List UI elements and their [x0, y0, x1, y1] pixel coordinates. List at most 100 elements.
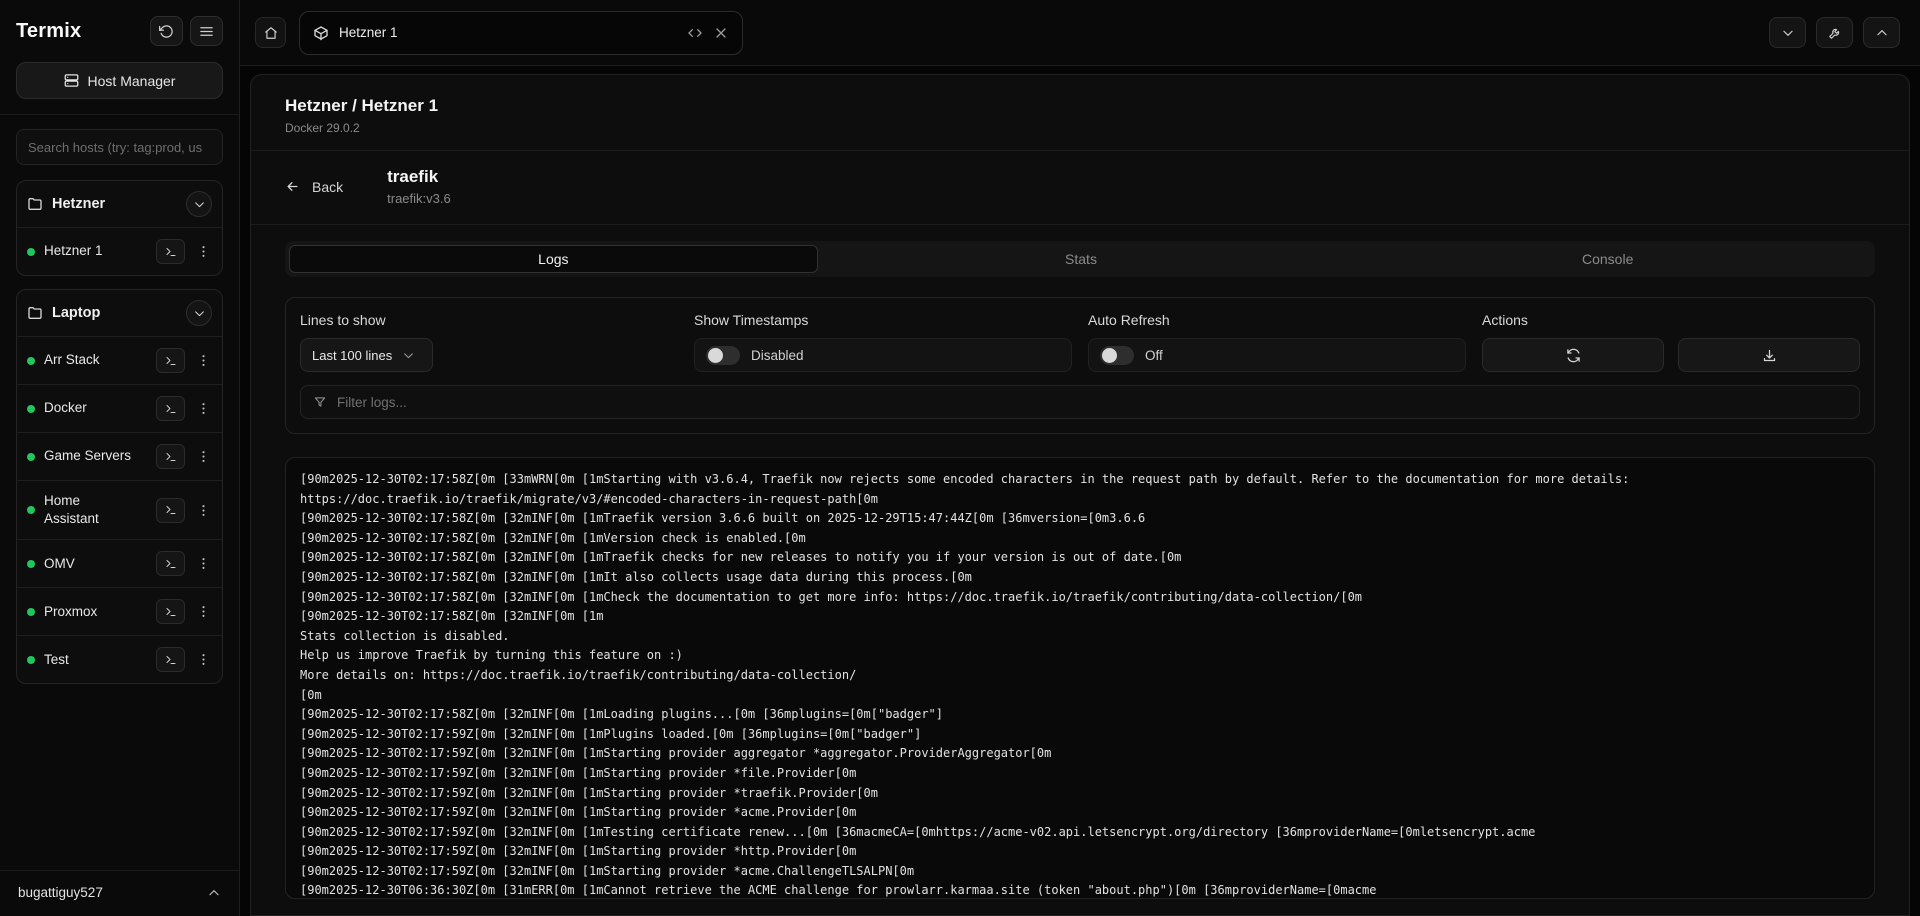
host-row[interactable]: Proxmox	[17, 587, 222, 635]
host-menu-button[interactable]	[194, 348, 212, 373]
actions-label: Actions	[1482, 312, 1860, 328]
collapse-up-button[interactable]	[1863, 17, 1900, 48]
filter-icon	[313, 395, 327, 409]
log-line: Help us improve Traefik by turning this …	[300, 646, 1860, 666]
host-name: Arr Stack	[44, 351, 136, 369]
tools-button[interactable]	[1816, 17, 1853, 48]
refresh-logs-button[interactable]	[1482, 338, 1664, 372]
terminal-button[interactable]	[156, 498, 185, 523]
chevron-up-icon[interactable]	[207, 886, 221, 900]
host-menu-button[interactable]	[194, 444, 212, 469]
terminal-button[interactable]	[156, 396, 185, 421]
host-menu-button[interactable]	[194, 239, 212, 264]
host-manager-label: Host Manager	[88, 73, 176, 89]
terminal-tab[interactable]: Hetzner 1	[299, 11, 743, 55]
folder-icon	[27, 305, 43, 321]
host-group: HetznerHetzner 1	[16, 180, 223, 276]
log-line: More details on: https://doc.traefik.io/…	[300, 666, 1860, 686]
menu-button[interactable]	[190, 16, 223, 46]
timestamps-state: Disabled	[751, 348, 804, 363]
sidebar-footer: bugattiguy527	[0, 870, 239, 902]
host-row[interactable]: Arr Stack	[17, 336, 222, 384]
host-menu-button[interactable]	[194, 599, 212, 624]
terminal-button[interactable]	[156, 647, 185, 672]
host-menu-button[interactable]	[194, 551, 212, 576]
host-name: Proxmox	[44, 603, 136, 621]
group-collapse-button[interactable]	[186, 191, 212, 217]
chevron-down-icon	[1781, 26, 1795, 40]
back-label: Back	[312, 179, 343, 195]
log-line: [90m2025-12-30T02:17:59Z[0m [32mINF[0m […	[300, 823, 1860, 843]
autorefresh-toggle[interactable]	[1100, 346, 1134, 365]
status-dot	[27, 453, 35, 461]
autorefresh-label: Auto Refresh	[1088, 312, 1466, 328]
container-image: traefik:v3.6	[387, 191, 451, 206]
host-row[interactable]: Hetzner 1	[17, 227, 222, 275]
status-dot	[27, 656, 35, 664]
terminal-button[interactable]	[156, 348, 185, 373]
lines-control: Lines to show Last 100 lines	[300, 312, 678, 372]
collapse-down-button[interactable]	[1769, 17, 1806, 48]
group-collapse-button[interactable]	[186, 300, 212, 326]
home-icon	[264, 26, 278, 40]
panel-header: Hetzner / Hetzner 1 Docker 29.0.2	[251, 75, 1909, 150]
host-row[interactable]: Test	[17, 635, 222, 683]
tab-console[interactable]: Console	[1344, 245, 1871, 273]
back-button[interactable]: Back	[285, 179, 343, 195]
terminal-button[interactable]	[156, 551, 185, 576]
log-line: [90m2025-12-30T02:17:58Z[0m [32mINF[0m […	[300, 705, 1860, 725]
timestamps-toggle[interactable]	[706, 346, 740, 365]
content-area: Hetzner / Hetzner 1 Docker 29.0.2 Back t…	[240, 66, 1920, 916]
lines-dropdown[interactable]: Last 100 lines	[300, 338, 433, 372]
sidebar-header: Termix	[16, 16, 223, 46]
host-menu-button[interactable]	[194, 396, 212, 421]
autorefresh-state: Off	[1145, 348, 1163, 363]
username: bugattiguy527	[18, 885, 103, 900]
container-icon	[313, 25, 329, 41]
filter-logs-input[interactable]	[337, 395, 1847, 410]
host-menu-button[interactable]	[194, 498, 212, 523]
tab-bar: Hetzner 1	[240, 0, 1920, 66]
tab-logs[interactable]: Logs	[289, 245, 818, 273]
tab-label: Hetzner 1	[339, 25, 677, 40]
log-line: [90m2025-12-30T02:17:58Z[0m [32mINF[0m […	[300, 588, 1860, 608]
reload-button[interactable]	[150, 16, 183, 46]
breadcrumb: Hetzner / Hetzner 1	[285, 96, 1875, 116]
terminal-button[interactable]	[156, 599, 185, 624]
group-header[interactable]: Laptop	[17, 290, 222, 336]
log-line: [90m2025-12-30T02:17:58Z[0m [32mINF[0m […	[300, 548, 1860, 568]
home-button[interactable]	[255, 17, 286, 48]
log-output[interactable]: [90m2025-12-30T02:17:58Z[0m [33mWRN[0m […	[285, 457, 1875, 899]
app-root: Termix Host Manager	[0, 0, 1920, 916]
host-row[interactable]: Game Servers	[17, 432, 222, 480]
chevron-up-icon	[1875, 26, 1889, 40]
search-input[interactable]	[16, 129, 223, 165]
status-dot	[27, 608, 35, 616]
host-row[interactable]: Docker	[17, 384, 222, 432]
host-row[interactable]: OMV	[17, 539, 222, 587]
split-view-icon[interactable]	[687, 25, 703, 41]
view-tabs: Logs Stats Console	[285, 241, 1875, 277]
host-manager-button[interactable]: Host Manager	[16, 62, 223, 99]
terminal-button[interactable]	[156, 239, 185, 264]
host-name: Game Servers	[44, 447, 136, 465]
host-group: Laptop Arr Stack Docker Game Servers Home As…	[16, 289, 223, 684]
close-icon[interactable]	[713, 25, 729, 41]
download-logs-button[interactable]	[1678, 338, 1860, 372]
main-area: Hetzner 1	[240, 0, 1920, 916]
host-row[interactable]: Home Assistant	[17, 480, 222, 539]
refresh-icon	[1566, 348, 1581, 363]
tab-stats[interactable]: Stats	[818, 245, 1345, 273]
wrench-icon	[1828, 26, 1842, 40]
status-dot	[27, 357, 35, 365]
autorefresh-toggle-box: Off	[1088, 338, 1466, 372]
app-title: Termix	[16, 20, 81, 43]
server-icon	[64, 73, 79, 88]
terminal-button[interactable]	[156, 444, 185, 469]
status-dot	[27, 248, 35, 256]
host-menu-button[interactable]	[194, 647, 212, 672]
container-header: Back traefik traefik:v3.6	[251, 151, 1909, 224]
group-header[interactable]: Hetzner	[17, 181, 222, 227]
menu-icon	[199, 24, 214, 39]
docker-version: Docker 29.0.2	[285, 121, 1875, 135]
